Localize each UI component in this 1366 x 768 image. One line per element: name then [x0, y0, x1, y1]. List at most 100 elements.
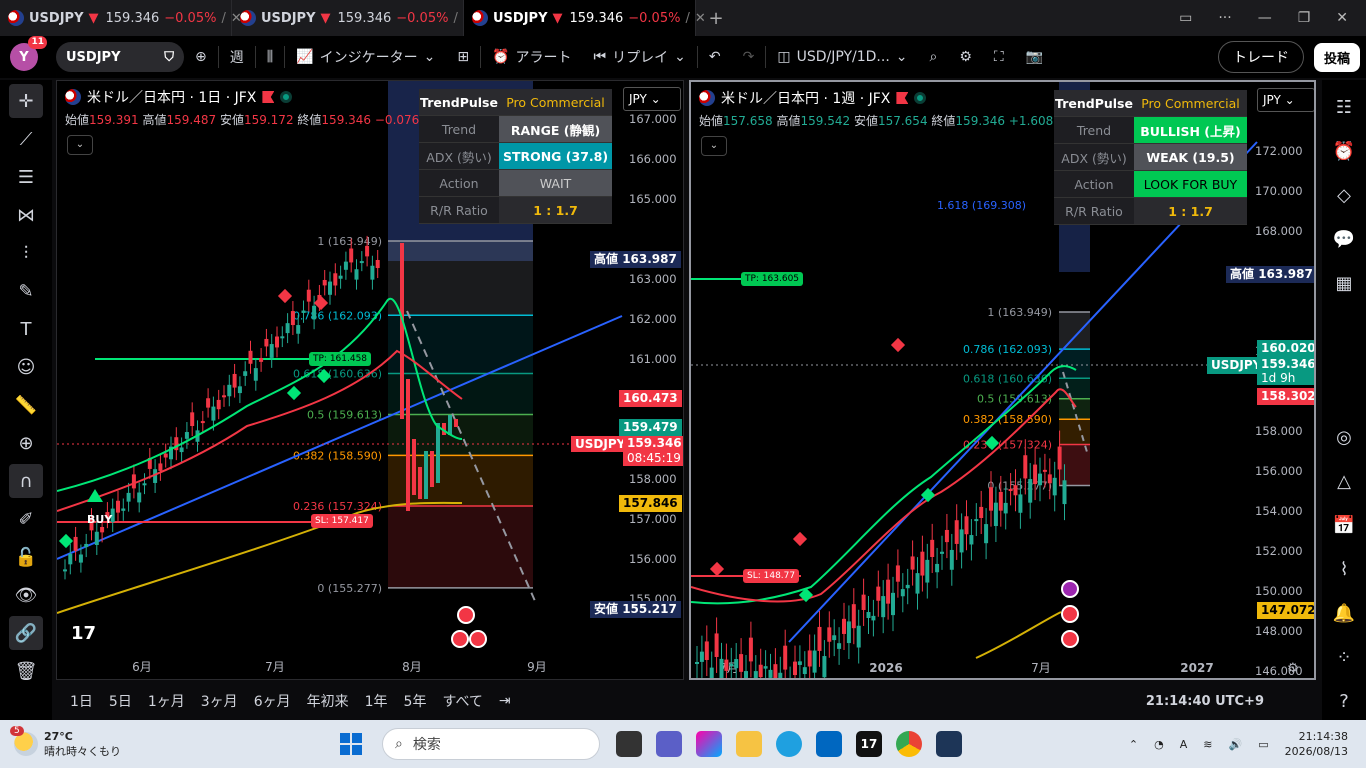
symbol-search-input[interactable]: USDJPY ⛉ [56, 42, 184, 72]
pattern-icon[interactable]: ⋈ [9, 198, 43, 232]
brush-icon[interactable]: ✎ [9, 274, 43, 308]
eye-icon[interactable]: 👁 [9, 578, 43, 612]
settings-button[interactable]: ⚙ [948, 49, 983, 65]
chevron-down-icon: ⌄ [895, 49, 908, 65]
range-all[interactable]: すべて [442, 691, 482, 711]
teams-icon[interactable] [656, 731, 682, 757]
app-icon[interactable] [936, 731, 962, 757]
new-tab-button[interactable]: + [696, 8, 736, 29]
emoji-icon[interactable]: ☺ [9, 350, 43, 384]
chart-pane-weekly[interactable]: 1.618 (169.308) 1 (163.949) 0.786 (162.093… [689, 80, 1316, 680]
copilot-icon[interactable] [696, 731, 722, 757]
system-clock[interactable]: 21:14:38 2026/08/13 [1285, 729, 1348, 759]
alert-button[interactable]: ⏰ アラート [481, 47, 582, 67]
collapse-legend-button[interactable]: ⌄ [67, 135, 93, 155]
post-button[interactable]: 投稿 [1313, 42, 1360, 72]
text-icon[interactable]: T [9, 312, 43, 346]
undo-button[interactable]: ↶ [698, 49, 732, 65]
redo-button[interactable]: ↷ [732, 49, 766, 65]
bell-icon[interactable]: 🔔 [1327, 596, 1361, 630]
compass-icon[interactable]: ◎ [1327, 420, 1361, 454]
ideas-icon[interactable]: △ [1327, 464, 1361, 498]
lock-drawing-icon[interactable]: ✐ [9, 502, 43, 536]
chart-pane-daily[interactable]: 1 (163.949) 0.786 (162.093) 0.618 (160.636… [56, 80, 684, 680]
taskbar-search[interactable]: ⌕ 検索 [382, 728, 600, 760]
browser-tab-active[interactable]: USDJPY ▼ 159.346 −0.05% / ✕ [464, 0, 706, 36]
screen-icon[interactable]: ▭ [1179, 10, 1192, 26]
restore-icon[interactable]: ❐ [1298, 10, 1311, 26]
range-6m[interactable]: 6ヶ月 [254, 691, 291, 711]
watchlist-icon[interactable]: ☷ [1327, 90, 1361, 124]
volume-icon[interactable]: 🔊 [1228, 738, 1242, 751]
range-1y[interactable]: 1年 [365, 691, 388, 711]
range-3m[interactable]: 3ヶ月 [201, 691, 238, 711]
trash-icon[interactable]: 🗑 [9, 654, 43, 688]
tradingview-icon[interactable]: 17 [856, 731, 882, 757]
clock[interactable]: 21:14:40 UTC+9 [1146, 694, 1264, 709]
currency-select[interactable]: JPY ⌄ [623, 87, 681, 111]
browser-tab[interactable]: USDJPY ▼ 159.346 −0.05% / ✕ [0, 0, 242, 36]
ruler-icon[interactable]: 📏 [9, 388, 43, 422]
broadcast-icon[interactable]: ⌇ [1327, 552, 1361, 586]
browser-tab[interactable]: USDJPY ▼ 159.346 −0.05% / ✕ [232, 0, 474, 36]
time-axis-label: 2027 [1180, 661, 1213, 675]
close-window-icon[interactable]: ✕ [1336, 10, 1348, 26]
quick-search-button[interactable]: ⌕ [919, 49, 949, 65]
parallel-channel-icon[interactable]: ☰ [9, 160, 43, 194]
flag-marker-icon[interactable] [262, 91, 275, 103]
indicators-button[interactable]: 📈 インジケーター ⌄ [285, 47, 446, 67]
edge-icon[interactable] [776, 731, 802, 757]
store-icon[interactable] [816, 731, 842, 757]
chart-type-button[interactable]: ⫼ [256, 49, 284, 65]
task-view-icon[interactable] [616, 731, 642, 757]
windows-start-icon[interactable] [340, 733, 362, 755]
notification-badge: 11 [28, 36, 47, 49]
more-icon[interactable]: ··· [1218, 10, 1231, 26]
chevron-up-icon[interactable]: ⌃ [1129, 738, 1138, 751]
file-explorer-icon[interactable] [736, 731, 762, 757]
fib-icon[interactable]: ⫶ [9, 236, 43, 270]
range-1m[interactable]: 1ヶ月 [148, 691, 185, 711]
crosshair-icon[interactable]: ✛ [9, 84, 43, 118]
chrome-icon[interactable] [896, 731, 922, 757]
magnet-icon[interactable]: ∩ [9, 464, 43, 498]
snapshot-button[interactable]: 📷 [1015, 49, 1054, 65]
add-symbol-button[interactable]: ⊕ [184, 49, 218, 65]
wifi-icon[interactable]: ≋ [1203, 738, 1212, 751]
link-icon[interactable]: 🔗 [9, 616, 43, 650]
layouts-button[interactable]: ⊞ [446, 49, 480, 65]
lock-icon[interactable]: 🔓 [9, 540, 43, 574]
trade-button[interactable]: トレード [1217, 41, 1304, 73]
zoom-icon[interactable]: ⊕ [9, 426, 43, 460]
range-ytd[interactable]: 年初来 [307, 691, 349, 711]
candle-body [753, 671, 758, 678]
range-5d[interactable]: 5日 [109, 691, 132, 711]
weather-widget[interactable]: 5 27°C 晴れ時々くもり [0, 726, 340, 759]
fullscreen-button[interactable]: ⛶ [983, 49, 1015, 65]
widget-bar: ☷ ⏰ ◇ 💬 ▦ ◎ △ 📅 ⌇ 🔔 ⁘ ? [1322, 80, 1366, 720]
ime-icon[interactable]: A [1180, 738, 1188, 751]
currency-select[interactable]: JPY ⌄ [1257, 88, 1314, 112]
flag-marker-icon[interactable] [896, 92, 909, 104]
price-tag: 159.479 [619, 419, 682, 436]
layout-name-button[interactable]: ◫ USD/JPY/1D... ⌄ [766, 49, 918, 65]
interval-button[interactable]: 週 [219, 47, 255, 67]
alerts-clock-icon[interactable]: ⏰ [1327, 134, 1361, 168]
avatar[interactable]: Y 11 [10, 36, 47, 71]
range-5y[interactable]: 5年 [404, 691, 427, 711]
battery-icon[interactable]: ▭ [1258, 738, 1268, 751]
calendar-icon[interactable]: ▦ [1327, 266, 1361, 300]
calendar-day-icon[interactable]: 📅 [1327, 508, 1361, 542]
network-status-icon[interactable]: ◔ [1154, 738, 1164, 751]
replay-button[interactable]: ⏮ リプレイ ⌄ [583, 47, 697, 67]
help-icon[interactable]: ? [1327, 684, 1361, 718]
apps-grid-icon[interactable]: ⁘ [1327, 640, 1361, 674]
candle-body [935, 563, 940, 573]
chat-icon[interactable]: 💬 [1327, 222, 1361, 256]
range-1d[interactable]: 1日 [70, 691, 93, 711]
goto-date-icon[interactable]: ⇥ [499, 693, 511, 709]
minimize-icon[interactable]: — [1258, 10, 1272, 26]
trend-line-icon[interactable]: ⟋ [9, 122, 43, 156]
layers-icon[interactable]: ◇ [1327, 178, 1361, 212]
collapse-legend-button[interactable]: ⌄ [701, 136, 727, 156]
